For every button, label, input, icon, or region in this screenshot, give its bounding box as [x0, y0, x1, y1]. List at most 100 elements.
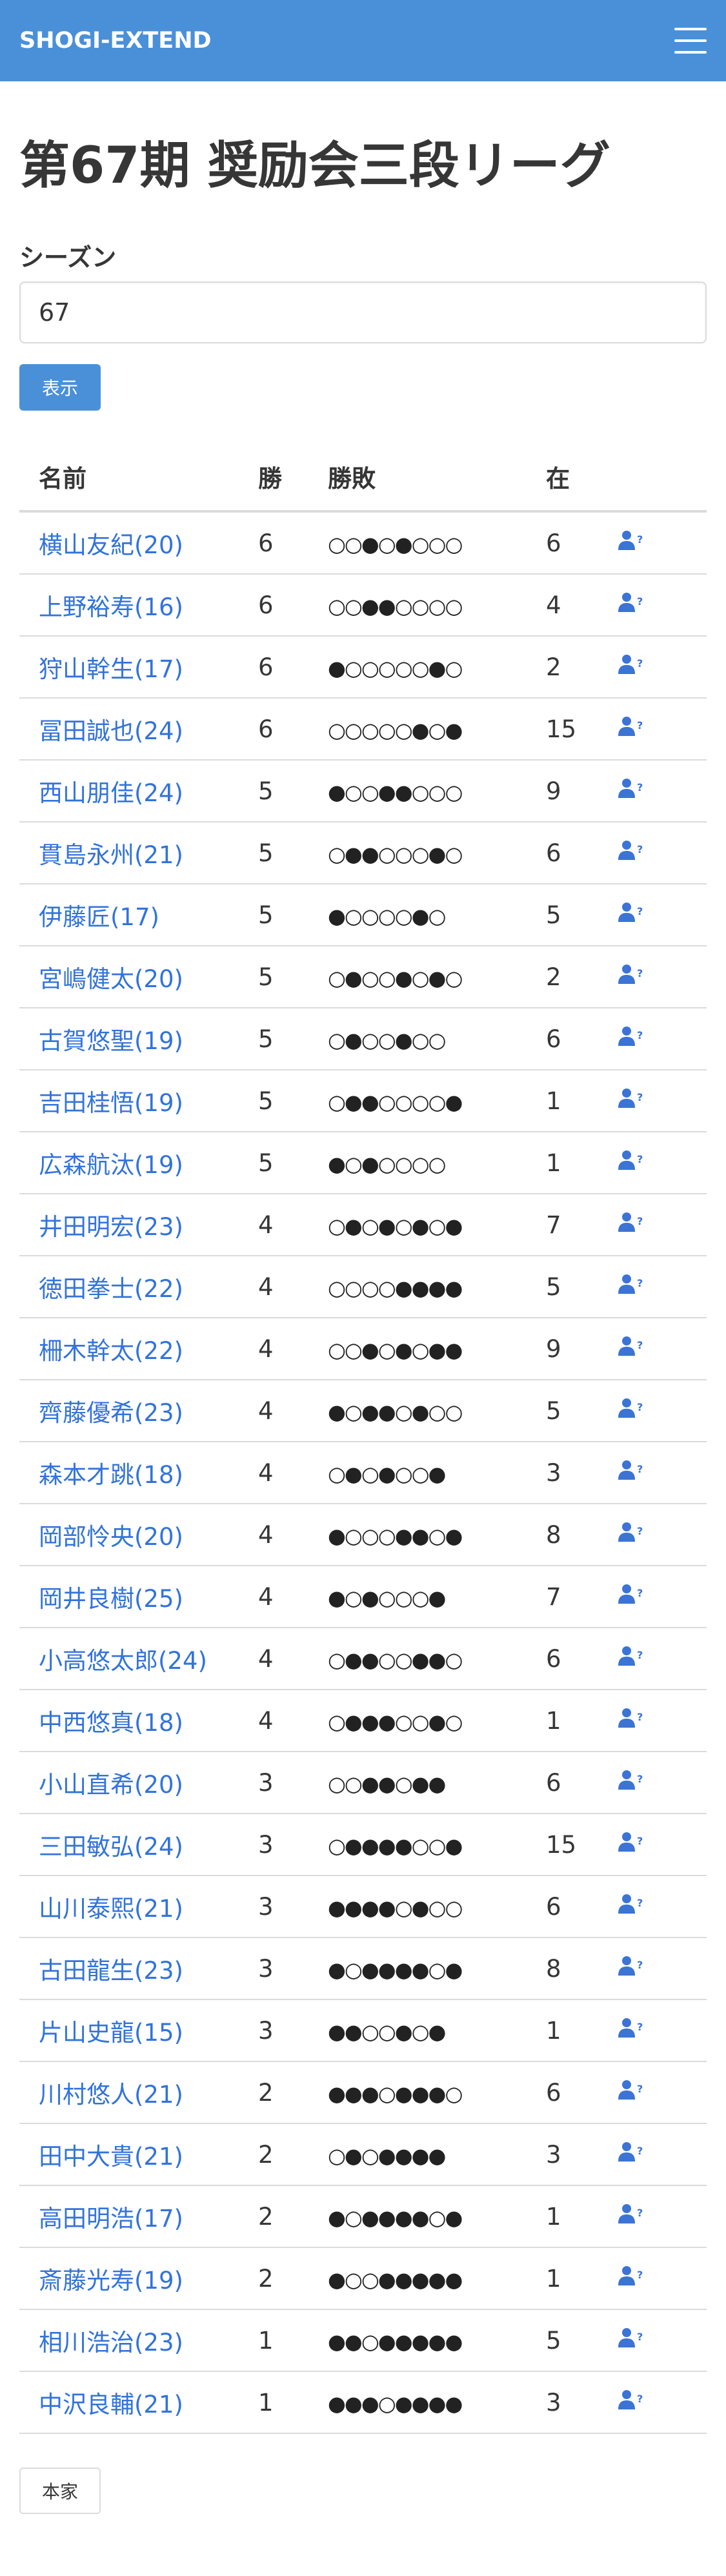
player-name-link[interactable]: 横山友紀(20) — [39, 531, 183, 559]
user-question-icon[interactable]: ? — [617, 1149, 645, 1172]
cell-results: ○○●●○○○○ — [328, 574, 546, 637]
results-marks: ●●●○●●●● — [328, 2391, 463, 2416]
player-name-link[interactable]: 三田敏弘(24) — [39, 1833, 183, 1861]
season-input[interactable] — [19, 281, 707, 343]
cell-name: 宮嶋健太(20) — [19, 946, 258, 1008]
cell-stay: 5 — [546, 1256, 617, 1318]
player-name-link[interactable]: 中西悠真(18) — [39, 1709, 183, 1737]
user-question-icon[interactable]: ? — [617, 1087, 645, 1110]
cell-stay: 3 — [546, 2123, 617, 2186]
user-question-icon[interactable]: ? — [617, 2202, 645, 2225]
table-row: 片山史龍(15) 3 ●●○○●○● 1? — [19, 1999, 707, 2062]
user-question-icon[interactable]: ? — [617, 2264, 645, 2287]
brand-logo[interactable]: SHOGI-EXTEND — [19, 28, 212, 54]
user-question-icon[interactable]: ? — [617, 839, 645, 862]
player-name-link[interactable]: 齊藤優希(23) — [39, 1399, 183, 1427]
user-question-icon[interactable]: ? — [617, 1706, 645, 1730]
user-question-icon[interactable]: ? — [617, 1644, 645, 1668]
player-name-link[interactable]: 西山朋佳(24) — [39, 779, 183, 807]
player-name-link[interactable]: 高田明浩(17) — [39, 2205, 183, 2233]
cell-name: 横山友紀(20) — [19, 511, 258, 575]
table-row: 中西悠真(18) 4 ○●●●○○●○ 1? — [19, 1690, 707, 1752]
player-name-link[interactable]: 相川浩治(23) — [39, 2329, 183, 2356]
player-name-link[interactable]: 川村悠人(21) — [39, 2081, 183, 2109]
user-question-icon[interactable]: ? — [617, 1582, 645, 1606]
player-name-link[interactable]: 田中大貴(21) — [39, 2143, 183, 2171]
player-name-link[interactable]: 中沢良輔(21) — [39, 2391, 183, 2418]
show-button[interactable]: 表示 — [19, 364, 101, 411]
player-name-link[interactable]: 岡井良樹(25) — [39, 1585, 183, 1613]
cell-name: 吉田桂悟(19) — [19, 1070, 258, 1132]
player-name-link[interactable]: 上野裕寿(16) — [39, 593, 183, 621]
svg-text:?: ? — [637, 781, 643, 793]
user-question-icon[interactable]: ? — [617, 2388, 645, 2411]
user-question-icon[interactable]: ? — [617, 1954, 645, 1978]
user-question-icon[interactable]: ? — [617, 901, 645, 924]
player-name-link[interactable]: 狩山幹生(17) — [39, 655, 183, 683]
cell-wins: 6 — [258, 636, 328, 699]
cell-stay: 7 — [546, 1194, 617, 1256]
user-question-icon[interactable]: ? — [617, 2140, 645, 2163]
player-name-link[interactable]: 伊藤匠(17) — [39, 903, 159, 931]
page-title: 第67期 奨励会三段リーグ — [19, 137, 610, 195]
user-question-icon[interactable]: ? — [617, 1334, 645, 1358]
user-question-icon[interactable]: ? — [617, 1396, 645, 1420]
player-name-link[interactable]: 山川泰熙(21) — [39, 1895, 183, 1923]
user-question-icon[interactable]: ? — [617, 715, 645, 738]
player-name-link[interactable]: 小高悠太郎(24) — [39, 1647, 207, 1675]
user-question-icon[interactable]: ? — [617, 1211, 645, 1234]
cell-actions: ? — [617, 1628, 707, 1690]
player-name-link[interactable]: 冨田誠也(24) — [39, 717, 183, 745]
home-button[interactable]: 本家 — [19, 2468, 101, 2514]
column-header-name[interactable]: 名前 — [19, 443, 258, 513]
user-question-icon[interactable]: ? — [617, 777, 645, 800]
svg-text:?: ? — [637, 1835, 643, 1847]
user-question-icon[interactable]: ? — [617, 1273, 645, 1296]
user-question-icon[interactable]: ? — [617, 1025, 645, 1048]
cell-actions: ? — [617, 946, 707, 1008]
cell-wins: 5 — [258, 760, 328, 823]
player-name-link[interactable]: 貫島永州(21) — [39, 841, 183, 869]
cell-stay: 9 — [546, 760, 617, 823]
user-question-icon[interactable]: ? — [617, 2078, 645, 2101]
user-question-icon[interactable]: ? — [617, 591, 645, 614]
player-name-link[interactable]: 片山史龍(15) — [39, 2019, 183, 2047]
player-name-link[interactable]: 斎藤光寿(19) — [39, 2267, 183, 2295]
player-name-link[interactable]: 柵木幹太(22) — [39, 1337, 183, 1365]
user-question-icon[interactable]: ? — [617, 1892, 645, 1916]
results-marks: ●○●○○○○ — [328, 1151, 446, 1176]
player-name-link[interactable]: 古田龍生(23) — [39, 1957, 183, 1985]
results-marks: ●○●●○●○○ — [328, 1399, 463, 1424]
user-question-icon[interactable]: ? — [617, 1830, 645, 1854]
cell-wins: 4 — [258, 1442, 328, 1504]
table-row: 中沢良輔(21) 1 ●●●○●●●● 3? — [19, 2371, 707, 2434]
player-name-link[interactable]: 井田明宏(23) — [39, 1213, 183, 1241]
hamburger-menu-icon[interactable] — [674, 28, 707, 54]
player-name-link[interactable]: 森本才跳(18) — [39, 1461, 183, 1489]
user-question-icon[interactable]: ? — [617, 963, 645, 986]
cell-results: ●○○○○●○ — [328, 884, 546, 946]
column-header-stay[interactable]: 在 — [546, 443, 617, 513]
user-question-icon[interactable]: ? — [617, 653, 645, 676]
user-question-icon[interactable]: ? — [617, 529, 645, 552]
player-name-link[interactable]: 古賀悠聖(19) — [39, 1027, 183, 1055]
cell-actions: ? — [617, 1132, 707, 1194]
user-question-icon[interactable]: ? — [617, 1768, 645, 1792]
cell-name: 斎藤光寿(19) — [19, 2247, 258, 2310]
cell-stay: 5 — [546, 884, 617, 946]
player-name-link[interactable]: 広森航汰(19) — [39, 1151, 183, 1179]
player-name-link[interactable]: 宮嶋健太(20) — [39, 965, 183, 993]
user-question-icon[interactable]: ? — [617, 2326, 645, 2349]
cell-actions: ? — [617, 1566, 707, 1628]
user-question-icon[interactable]: ? — [617, 1458, 645, 1482]
user-question-icon[interactable]: ? — [617, 2016, 645, 2039]
svg-text:?: ? — [637, 2083, 643, 2095]
player-name-link[interactable]: 小山直希(20) — [39, 1771, 183, 1799]
player-name-link[interactable]: 吉田桂悟(19) — [39, 1089, 183, 1117]
results-marks: ○●●○○●●○ — [328, 1647, 463, 1672]
user-question-icon[interactable]: ? — [617, 1520, 645, 1544]
column-header-wins[interactable]: 勝 — [258, 443, 328, 513]
table-row: 古田龍生(23) 3 ●○●●●●○● 8? — [19, 1937, 707, 2000]
player-name-link[interactable]: 徳田拳士(22) — [39, 1275, 183, 1303]
player-name-link[interactable]: 岡部怜央(20) — [39, 1523, 183, 1551]
